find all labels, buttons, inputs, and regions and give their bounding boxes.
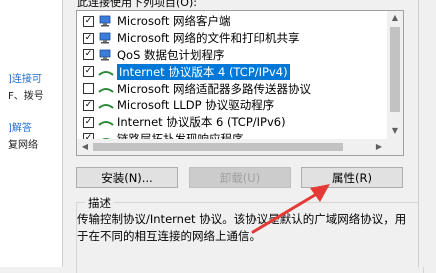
protocol-icon	[98, 87, 114, 93]
scroll-up-icon[interactable]: ▲	[387, 13, 403, 22]
list-item[interactable]: ✓ Microsoft 网络的文件和打印机共享	[77, 30, 387, 47]
list-caption: 此连接使用下列项目(O):	[77, 0, 197, 9]
checkbox[interactable]: ✓	[83, 116, 94, 128]
checkbox[interactable]: ✓	[83, 99, 94, 111]
protocol-icon	[98, 121, 114, 126]
background-window: ]连接可 F、拨号 ]解答 复网络	[0, 0, 62, 267]
background-link[interactable]: ]连接可	[8, 70, 42, 85]
vertical-scroll-thumb[interactable]	[390, 27, 400, 112]
list-item-label: Microsoft 网络适配器多路传送器协议	[117, 81, 311, 96]
list-item[interactable]: ✓ QoS 数据包计划程序	[77, 47, 387, 64]
list-item[interactable]: Microsoft 网络适配器多路传送器协议	[77, 80, 387, 97]
list-item[interactable]: ✓ Internet 协议版本 6 (TCP/IPv6)	[77, 114, 387, 131]
scroll-left-icon[interactable]: ◀	[77, 142, 93, 151]
components-listbox[interactable]: ✓ Microsoft 网络客户端 ✓ Microsoft 网络的文件和打印机共享 ✓ Q…	[76, 10, 404, 156]
vertical-scrollbar[interactable]: ▲ ▼	[387, 11, 403, 139]
scroll-corner	[387, 139, 403, 155]
network-client-icon	[99, 15, 111, 27]
list-item-label: Microsoft 网络的文件和打印机共享	[117, 31, 300, 46]
components-list: ✓ Microsoft 网络客户端 ✓ Microsoft 网络的文件和打印机共享 ✓ Q…	[77, 13, 387, 147]
checkbox[interactable]: ✓	[83, 66, 94, 78]
annotation-arrow-icon	[251, 184, 330, 234]
protocol-icon	[98, 104, 114, 110]
list-item[interactable]: ✓ Microsoft 网络客户端	[77, 13, 387, 30]
description-title: 描述	[85, 195, 114, 211]
install-button[interactable]: 安装(N)...	[76, 167, 178, 188]
list-item[interactable]: ✓ Microsoft LLDP 协议驱动程序	[77, 97, 387, 114]
background-text: F、拨号	[8, 91, 44, 102]
checkbox[interactable]: ✓	[83, 49, 94, 61]
checkbox[interactable]: ✓	[83, 15, 94, 27]
description-text: 传输控制协议/Internet 协议。该协议是默认的广域网络协议，用 于在不同的…	[77, 211, 407, 245]
list-item-label: Microsoft 网络客户端	[117, 14, 231, 29]
list-item-label: Internet 协议版本 6 (TCP/IPv6)	[117, 115, 286, 130]
checkbox[interactable]	[83, 83, 94, 95]
description-line: 于在不同的相互连接的网络上通信。	[77, 229, 261, 243]
scroll-down-icon[interactable]: ▼	[387, 126, 403, 135]
list-item-label: QoS 数据包计划程序	[117, 47, 225, 62]
horizontal-scrollbar[interactable]: ◀ ▶	[77, 139, 387, 155]
properties-dialog: 此连接使用下列项目(O): ✓ Microsoft 网络客户端 ✓ Microsoft…	[62, 0, 436, 273]
background-link[interactable]: ]解答	[8, 119, 32, 134]
file-printer-sharing-icon	[99, 32, 111, 44]
dialog-right-edge	[418, 0, 436, 267]
list-item-label: Internet 协议版本 4 (TCP/IPv4)	[117, 63, 290, 80]
checkbox[interactable]: ✓	[83, 32, 94, 44]
scroll-right-icon[interactable]: ▶	[371, 142, 387, 151]
list-item-label: Microsoft LLDP 协议驱动程序	[117, 98, 275, 113]
background-text: 复网络	[8, 140, 38, 151]
protocol-icon	[98, 70, 114, 76]
qos-icon	[99, 49, 111, 61]
list-item[interactable]: ✓ Internet 协议版本 4 (TCP/IPv4)	[77, 63, 387, 80]
description-line: 传输控制协议/Internet 协议。该协议是默认的广域网络协议，用	[77, 212, 407, 226]
horizontal-scroll-thumb[interactable]	[93, 143, 343, 151]
